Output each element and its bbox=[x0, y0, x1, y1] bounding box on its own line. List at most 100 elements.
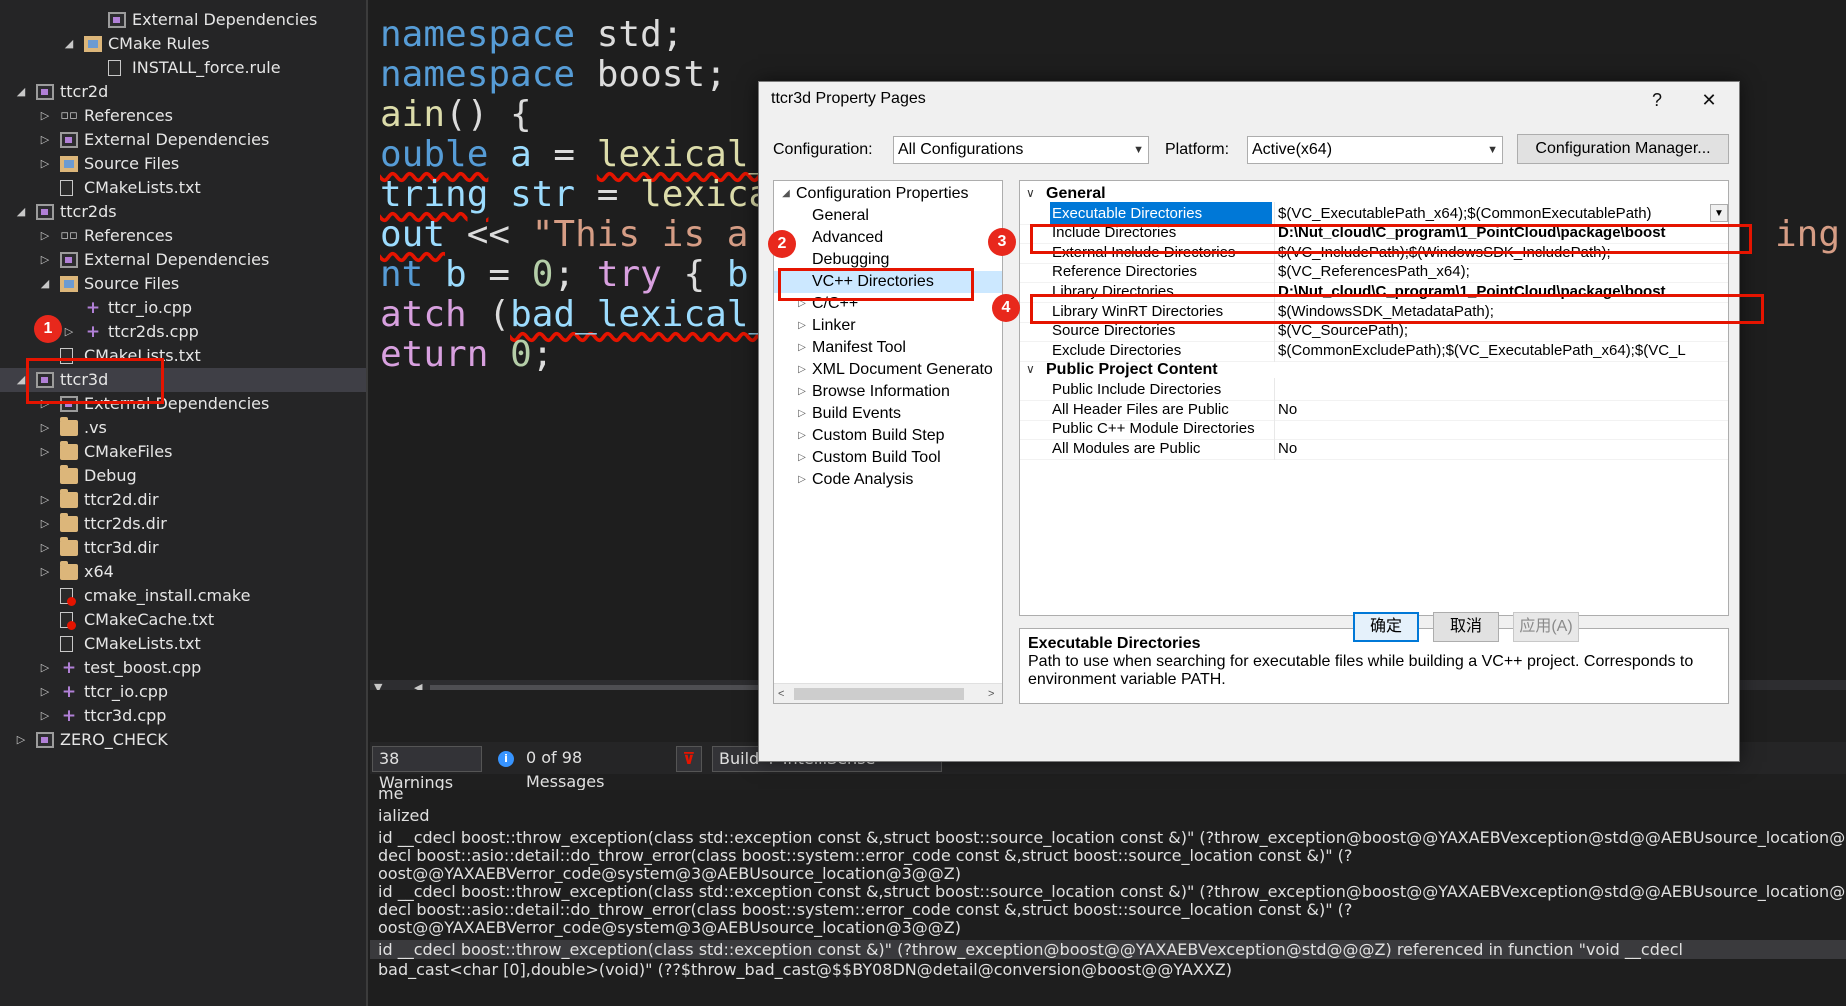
expand-arrow-icon[interactable]: ▷ bbox=[38, 248, 52, 272]
nav-item[interactable]: ▷ XML Document Generato bbox=[774, 359, 1002, 381]
explorer-item-label: INSTALL_force.rule bbox=[132, 58, 281, 77]
project-icon bbox=[36, 204, 54, 220]
explorer-item[interactable]: INSTALL_force.rule bbox=[0, 56, 366, 80]
explorer-item[interactable]: ▷ + ttcr3d.cpp bbox=[0, 704, 366, 728]
expand-arrow-icon[interactable]: ▷ bbox=[38, 128, 52, 152]
explorer-item-label: External Dependencies bbox=[132, 10, 318, 29]
explorer-item[interactable]: ▷ CMakeFiles bbox=[0, 440, 366, 464]
expand-arrow-icon[interactable]: ▷ bbox=[38, 512, 52, 536]
collapse-arrow-icon[interactable]: ◢ bbox=[780, 183, 792, 205]
nav-item[interactable]: Advanced bbox=[774, 227, 1002, 249]
explorer-item[interactable]: ▷ ▫▫ References bbox=[0, 224, 366, 248]
explorer-item[interactable]: ▷ Source Files bbox=[0, 152, 366, 176]
tree-horizontal-scrollbar[interactable]: < > bbox=[774, 683, 1002, 703]
expand-arrow-icon[interactable]: ▷ bbox=[38, 104, 52, 128]
explorer-item[interactable]: ▷ ttcr2d.dir bbox=[0, 488, 366, 512]
collapse-arrow-icon[interactable]: ◢ bbox=[38, 272, 52, 296]
messages-filter-button[interactable]: 0 of 98 Messages bbox=[520, 746, 666, 791]
explorer-item[interactable]: ◢ ttcr2d bbox=[0, 80, 366, 104]
nav-item[interactable]: ▷ Browse Information bbox=[774, 381, 1002, 403]
nav-item[interactable]: ▷ Code Analysis bbox=[774, 469, 1002, 491]
collapse-arrow-icon[interactable]: ◢ bbox=[14, 80, 28, 104]
expand-arrow-icon[interactable]: ▷ bbox=[796, 425, 808, 447]
warnings-filter-button[interactable]: 38 Warnings bbox=[372, 746, 482, 792]
cancel-button[interactable]: 取消 bbox=[1433, 612, 1499, 642]
expand-arrow-icon[interactable]: ▷ bbox=[796, 381, 808, 403]
nav-item[interactable]: ◢ Configuration Properties bbox=[774, 183, 1002, 205]
expand-arrow-icon[interactable]: ▷ bbox=[796, 403, 808, 425]
nav-item[interactable]: ▷ Linker bbox=[774, 315, 1002, 337]
filter-icon[interactable]: ⊽ bbox=[676, 746, 702, 772]
configuration-select[interactable]: All Configurations ▼ bbox=[893, 136, 1149, 164]
annotation-badge: 4 bbox=[992, 294, 1020, 322]
expand-arrow-icon[interactable]: ▷ bbox=[38, 488, 52, 512]
explorer-item[interactable]: ◢ CMake Rules bbox=[0, 32, 366, 56]
expand-arrow-icon[interactable]: ▷ bbox=[38, 152, 52, 176]
expand-arrow-icon[interactable]: ▷ bbox=[796, 359, 808, 381]
nav-item[interactable]: ▷ Manifest Tool bbox=[774, 337, 1002, 359]
platform-value: Active(x64) bbox=[1252, 141, 1333, 158]
annotation-box-include-directories bbox=[1030, 224, 1752, 254]
help-button[interactable]: ? bbox=[1639, 86, 1675, 114]
expand-arrow-icon[interactable]: ▷ bbox=[14, 728, 28, 752]
expand-arrow-icon[interactable]: ▷ bbox=[38, 536, 52, 560]
scrollbar-thumb[interactable] bbox=[794, 688, 964, 700]
chevron-down-icon[interactable]: ▼ bbox=[1710, 203, 1728, 222]
scroll-left-arrow-icon[interactable]: ◀ bbox=[414, 680, 422, 690]
explorer-item[interactable]: ▷ External Dependencies bbox=[0, 248, 366, 272]
expand-arrow-icon[interactable]: ▷ bbox=[62, 320, 76, 344]
nav-item[interactable]: ▷ Build Events bbox=[774, 403, 1002, 425]
property-value[interactable]: No bbox=[1274, 436, 1728, 460]
scroll-down-arrow-icon[interactable]: ▼ bbox=[374, 680, 382, 690]
explorer-item[interactable]: ▷ External Dependencies bbox=[0, 128, 366, 152]
explorer-item[interactable]: External Dependencies bbox=[0, 8, 366, 32]
explorer-item[interactable]: Debug bbox=[0, 464, 366, 488]
explorer-item[interactable]: ▷ + ttcr_io.cpp bbox=[0, 680, 366, 704]
ok-button[interactable]: 确定 bbox=[1353, 612, 1419, 642]
collapse-arrow-icon[interactable]: ◢ bbox=[62, 32, 76, 56]
explorer-item[interactable]: CMakeLists.txt bbox=[0, 176, 366, 200]
property-category-tree[interactable]: ◢ Configuration Properties General Advanced… bbox=[773, 180, 1003, 704]
expand-arrow-icon[interactable]: ▷ bbox=[796, 315, 808, 337]
expand-arrow-icon[interactable]: ▷ bbox=[38, 224, 52, 248]
explorer-item[interactable]: ▷ ttcr2ds.dir bbox=[0, 512, 366, 536]
grid-row[interactable]: All Modules are Public No bbox=[1020, 436, 1728, 460]
expand-arrow-icon[interactable]: ▷ bbox=[38, 416, 52, 440]
scroll-left-arrow-icon[interactable]: < bbox=[778, 684, 784, 703]
explorer-item[interactable]: CMakeCache.txt bbox=[0, 608, 366, 632]
info-icon: i bbox=[498, 751, 514, 767]
expand-arrow-icon[interactable]: ▷ bbox=[38, 560, 52, 584]
cpp-file-icon: + bbox=[85, 322, 101, 342]
nav-item[interactable]: ▷ Custom Build Step bbox=[774, 425, 1002, 447]
nav-item[interactable]: ▷ Custom Build Tool bbox=[774, 447, 1002, 469]
explorer-item[interactable]: ▷ ▫▫ References bbox=[0, 104, 366, 128]
expand-arrow-icon[interactable]: ▷ bbox=[796, 447, 808, 469]
explorer-item-label: ttcr2ds bbox=[60, 202, 117, 221]
explorer-item[interactable]: cmake_install.cmake bbox=[0, 584, 366, 608]
explorer-item[interactable]: ▷ x64 bbox=[0, 560, 366, 584]
expand-arrow-icon[interactable]: ▷ bbox=[38, 440, 52, 464]
explorer-item[interactable]: CMakeLists.txt bbox=[0, 632, 366, 656]
explorer-item[interactable]: ▷ ZERO_CHECK bbox=[0, 728, 366, 752]
annotation-box-library-directories bbox=[1030, 294, 1764, 324]
project-icon bbox=[36, 732, 54, 748]
explorer-item[interactable]: ◢ ttcr2ds bbox=[0, 200, 366, 224]
apply-button[interactable]: 应用(A) bbox=[1513, 612, 1579, 642]
configuration-manager-button[interactable]: Configuration Manager... bbox=[1517, 134, 1729, 164]
collapse-arrow-icon[interactable]: ◢ bbox=[14, 200, 28, 224]
explorer-item[interactable]: ◢ Source Files bbox=[0, 272, 366, 296]
explorer-item[interactable]: ▷ ttcr3d.dir bbox=[0, 536, 366, 560]
expand-arrow-icon[interactable]: ▷ bbox=[38, 680, 52, 704]
nav-item[interactable]: General bbox=[774, 205, 1002, 227]
expand-arrow-icon[interactable]: ▷ bbox=[796, 469, 808, 491]
folder-icon bbox=[60, 489, 78, 508]
explorer-item[interactable]: ▷ + test_boost.cpp bbox=[0, 656, 366, 680]
explorer-item[interactable]: ▷ .vs bbox=[0, 416, 366, 440]
expand-arrow-icon[interactable]: ▷ bbox=[38, 704, 52, 728]
close-icon[interactable]: ✕ bbox=[1691, 86, 1727, 114]
expand-arrow-icon[interactable]: ▷ bbox=[38, 656, 52, 680]
scroll-right-arrow-icon[interactable]: > bbox=[988, 684, 994, 703]
code-line: ouble a = lexical_ bbox=[380, 134, 771, 175]
platform-select[interactable]: Active(x64) ▼ bbox=[1247, 136, 1503, 164]
expand-arrow-icon[interactable]: ▷ bbox=[796, 337, 808, 359]
